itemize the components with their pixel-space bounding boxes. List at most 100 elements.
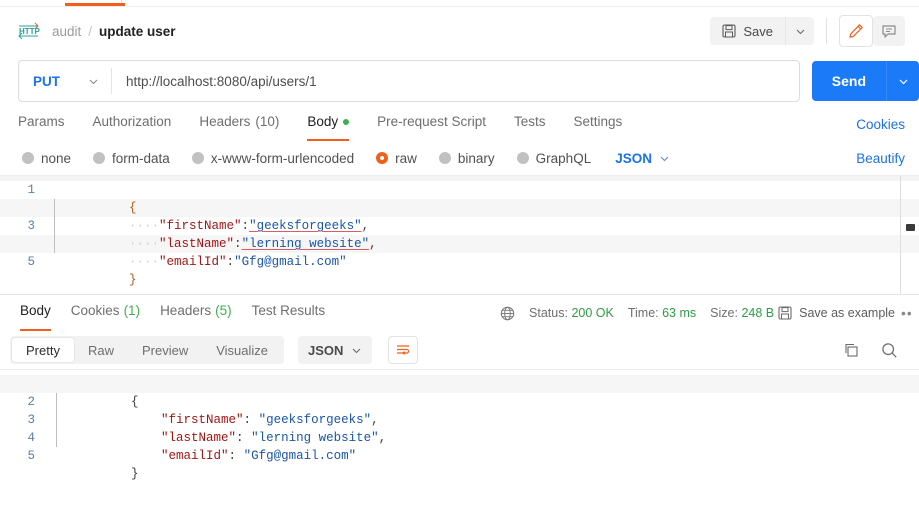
url-bar-row: PUT http://localhost:8080/api/users/1 Se… [0, 55, 919, 107]
method-label: PUT [33, 73, 60, 89]
response-tab-cookies-label: Cookies [70, 303, 120, 318]
code-key: "firstName" [161, 413, 244, 427]
request-line-numbers: 1 2 3 4 5 [0, 181, 46, 271]
more-options-icon[interactable]: ••• [901, 305, 911, 321]
url-bar: PUT http://localhost:8080/api/users/1 [18, 60, 800, 102]
code-line: { [56, 375, 919, 409]
header-separator [826, 18, 827, 44]
floppy-disk-icon [778, 306, 792, 320]
floppy-disk-icon [722, 24, 736, 38]
tab-authorization[interactable]: Authorization [93, 111, 172, 141]
view-mode-raw[interactable]: Raw [74, 338, 128, 362]
code-value: "lerning website" [251, 431, 379, 445]
code-value: "lerning website" [241, 237, 370, 251]
word-wrap-icon [395, 342, 411, 358]
time-label: Time: [627, 306, 659, 320]
response-tab-test-results[interactable]: Test Results [242, 299, 336, 331]
tab-tests-label: Tests [513, 114, 546, 129]
body-type-graphql[interactable]: GraphQL [516, 151, 591, 166]
response-body-editor[interactable]: 1 2 3 4 5 { "firstName": "geeksforgeeks"… [0, 369, 919, 480]
response-code-lines[interactable]: { "firstName": "geeksforgeeks", "lastNam… [46, 375, 919, 480]
code-key: "emailId" [161, 449, 229, 463]
code-colon: : [243, 413, 259, 427]
line-number: 3 [27, 219, 35, 233]
save-as-example-button[interactable]: Save as example [778, 306, 895, 320]
view-mode-pretty[interactable]: Pretty [12, 338, 74, 362]
indent-guide [56, 393, 57, 447]
send-button[interactable]: Send [812, 61, 886, 101]
tab-body[interactable]: Body [307, 111, 350, 141]
save-button[interactable]: Save [710, 17, 785, 45]
code-brace: } [131, 467, 139, 480]
indent-dots: ···· [129, 219, 160, 233]
method-select[interactable]: PUT [19, 61, 111, 101]
tab-body-label: Body [307, 114, 339, 129]
status-item: Status: 200 OK [529, 306, 614, 320]
request-tabs: Params Authorization Headers (10) Body P… [0, 107, 919, 141]
copy-icon [843, 342, 859, 358]
tab-headers-label: Headers [199, 114, 251, 129]
tab-params[interactable]: Params [18, 111, 65, 141]
response-code-area: 1 2 3 4 5 { "firstName": "geeksforgeeks"… [0, 370, 919, 480]
breadcrumb-parent[interactable]: audit [52, 24, 81, 39]
view-mode-preview[interactable]: Preview [128, 338, 202, 362]
response-header: Body Cookies (1) Headers (5) Test Result… [0, 295, 919, 331]
comments-button[interactable] [873, 16, 905, 46]
body-type-raw[interactable]: raw [376, 151, 417, 166]
size-item: Size: 248 B [710, 306, 774, 320]
code-key: "lastName" [159, 237, 235, 251]
response-view-toolbar: Pretty Raw Preview Visualize JSON [0, 331, 919, 369]
time-value: 63 ms [662, 306, 697, 320]
body-type-form-data[interactable]: form-data [93, 151, 170, 166]
request-code-lines[interactable]: { ····"firstName":"geeksforgeeks", ····"… [46, 181, 919, 287]
code-line: "firstName": "geeksforgeeks", [56, 393, 919, 427]
body-type-binary-label: binary [457, 150, 495, 166]
search-response-button[interactable] [873, 335, 905, 365]
response-format-label: JSON [308, 342, 344, 358]
breadcrumb-current[interactable]: update user [99, 24, 176, 39]
view-mode-visualize[interactable]: Visualize [202, 338, 282, 362]
request-format-select[interactable]: JSON [615, 151, 670, 166]
edit-request-button[interactable] [839, 15, 873, 47]
body-type-urlencoded[interactable]: x-www-form-urlencoded [191, 151, 354, 166]
request-code-area: 1 2 3 4 5 { ····"firstName":"geeksforgee… [0, 176, 919, 287]
url-input[interactable]: http://localhost:8080/api/users/1 [112, 74, 799, 89]
response-tab-headers[interactable]: Headers (5) [150, 299, 242, 331]
response-tab-body[interactable]: Body [10, 299, 61, 331]
send-button-group: Send [811, 61, 919, 101]
request-body-editor[interactable]: 1 2 3 4 5 { ····"firstName":"geeksforgee… [0, 175, 919, 294]
response-tab-cookies-count: (1) [123, 303, 141, 318]
radio-icon [191, 152, 204, 164]
response-tab-cookies[interactable]: Cookies (1) [61, 299, 150, 331]
send-options-button[interactable] [886, 61, 919, 101]
tab-pre-request-script-label: Pre-request Script [377, 114, 486, 129]
cookies-link[interactable]: Cookies [856, 117, 905, 132]
save-options-button[interactable] [785, 17, 814, 45]
code-key: "lastName" [161, 431, 237, 445]
body-type-none[interactable]: none [22, 151, 71, 166]
comment-icon [881, 23, 897, 39]
body-modified-dot-icon [343, 118, 350, 125]
tab-headers[interactable]: Headers (10) [199, 111, 279, 141]
size-value: 248 B [741, 306, 775, 320]
radio-icon [438, 152, 451, 164]
tab-tests[interactable]: Tests [514, 111, 546, 141]
chevron-down-icon [351, 345, 362, 356]
beautify-link[interactable]: Beautify [856, 151, 905, 166]
copy-response-button[interactable] [835, 335, 867, 365]
time-item: Time: 63 ms [628, 306, 696, 320]
editor-scrollbar[interactable] [906, 224, 915, 231]
tab-pre-request-script[interactable]: Pre-request Script [377, 111, 486, 141]
tab-settings[interactable]: Settings [573, 111, 622, 141]
body-type-binary[interactable]: binary [438, 150, 495, 166]
response-tab-test-results-label: Test Results [251, 303, 326, 318]
code-colon: : [228, 449, 244, 463]
code-brace: { [129, 201, 137, 215]
word-wrap-button[interactable] [388, 336, 419, 364]
code-colon: : [226, 255, 235, 269]
tab-strip [0, 0, 919, 7]
line-number: 5 [27, 449, 35, 463]
indent-guide [54, 199, 55, 253]
radio-icon [22, 152, 34, 164]
response-format-select[interactable]: JSON [298, 336, 373, 364]
